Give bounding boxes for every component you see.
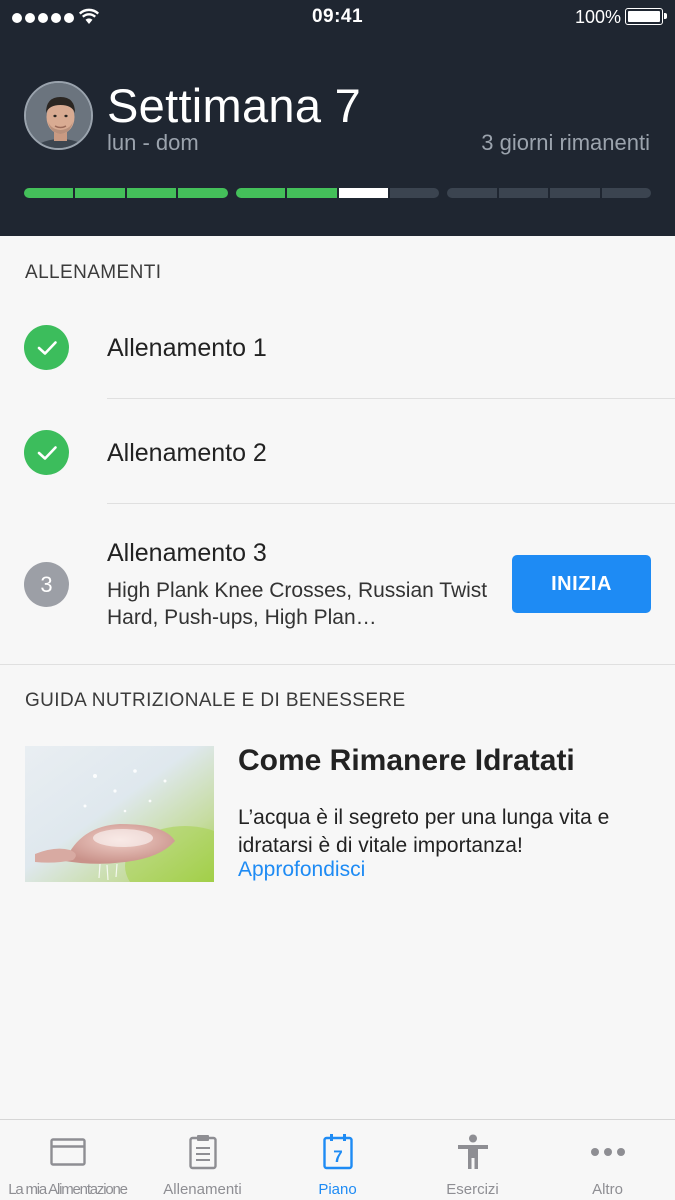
start-workout-button[interactable]: INIZIA [512,555,651,613]
article-summary: L’acqua è il segreto per una lunga vita … [238,806,610,857]
progress-segment-todo [389,188,440,198]
progress-segment-current [338,188,388,198]
hydration-image[interactable] [25,746,214,882]
tab-label: Allenamenti [163,1181,242,1198]
status-bar: 09:41 100% [0,0,675,36]
progress-segment-done [126,188,177,198]
guide-section-title: GUIDA NUTRIZIONALE E DI BENESSERE [25,690,406,711]
card-icon [48,1134,88,1170]
progress-segment-todo [447,188,497,198]
tab-exercises[interactable]: Esercizi [405,1120,540,1200]
avatar[interactable] [24,81,93,150]
divider [107,398,675,399]
workout-name: Allenamento 1 [107,334,267,362]
progress-segment-todo [550,188,600,198]
tab-plan[interactable]: 7 Piano [270,1120,405,1200]
section-divider [0,664,675,665]
days-remaining: 3 giorni rimanenti [481,130,650,155]
tab-label: La mia Alimentazione [8,1181,128,1198]
tab-bar: La mia Alimentazione Allenamenti 7 Piano… [0,1119,675,1200]
check-icon [24,430,69,475]
workout-number-badge: 3 [24,562,69,607]
workout-exercises: High Plank Knee Crosses, Russian Twist H… [107,579,488,629]
workout-row[interactable]: Allenamento 1 [0,296,675,398]
tab-nutrition[interactable]: La mia Alimentazione [0,1120,135,1200]
week-progress-bar [24,188,652,198]
more-icon [588,1134,628,1170]
avatar-image [26,83,91,148]
progress-segment-done [178,188,228,198]
battery-icon [625,8,667,25]
progress-segment-done [235,188,286,198]
progress-segment-done [24,188,74,198]
tab-workouts[interactable]: Allenamenti [135,1120,270,1200]
progress-segment-todo [601,188,652,198]
progress-segment-done [287,188,337,198]
week-header: 09:41 100% Settimana 7 lun - dom 3 giorn… [0,0,675,236]
progress-segment-todo [498,188,549,198]
battery-percent: 100% [574,7,621,27]
read-more-link[interactable]: Approfondisci [238,858,365,882]
article-title[interactable]: Come Rimanere Idratati [238,744,575,778]
progress-segment-done [75,188,125,198]
workouts-section-title: ALLENAMENTI [25,262,162,283]
progress-group [235,188,440,198]
calendar-icon: 7 [318,1134,358,1170]
tab-label: Esercizi [446,1181,499,1198]
week-title: Settimana 7 [107,79,362,132]
tab-label: Piano [318,1181,357,1198]
workout-name: Allenamento 2 [107,439,267,467]
tab-label: Altro [592,1181,623,1198]
progress-group [447,188,652,198]
tab-more[interactable]: Altro [540,1120,675,1200]
status-time: 09:41 [311,6,364,27]
week-range: lun - dom [107,130,199,155]
check-icon [24,325,69,370]
workout-row[interactable]: Allenamento 2 [0,400,675,503]
divider [107,503,675,504]
person-icon [453,1134,493,1170]
clipboard-icon [183,1134,223,1170]
calendar-day: 7 [333,1147,342,1166]
workout-name: Allenamento 3 [107,539,267,567]
progress-group [24,188,228,198]
